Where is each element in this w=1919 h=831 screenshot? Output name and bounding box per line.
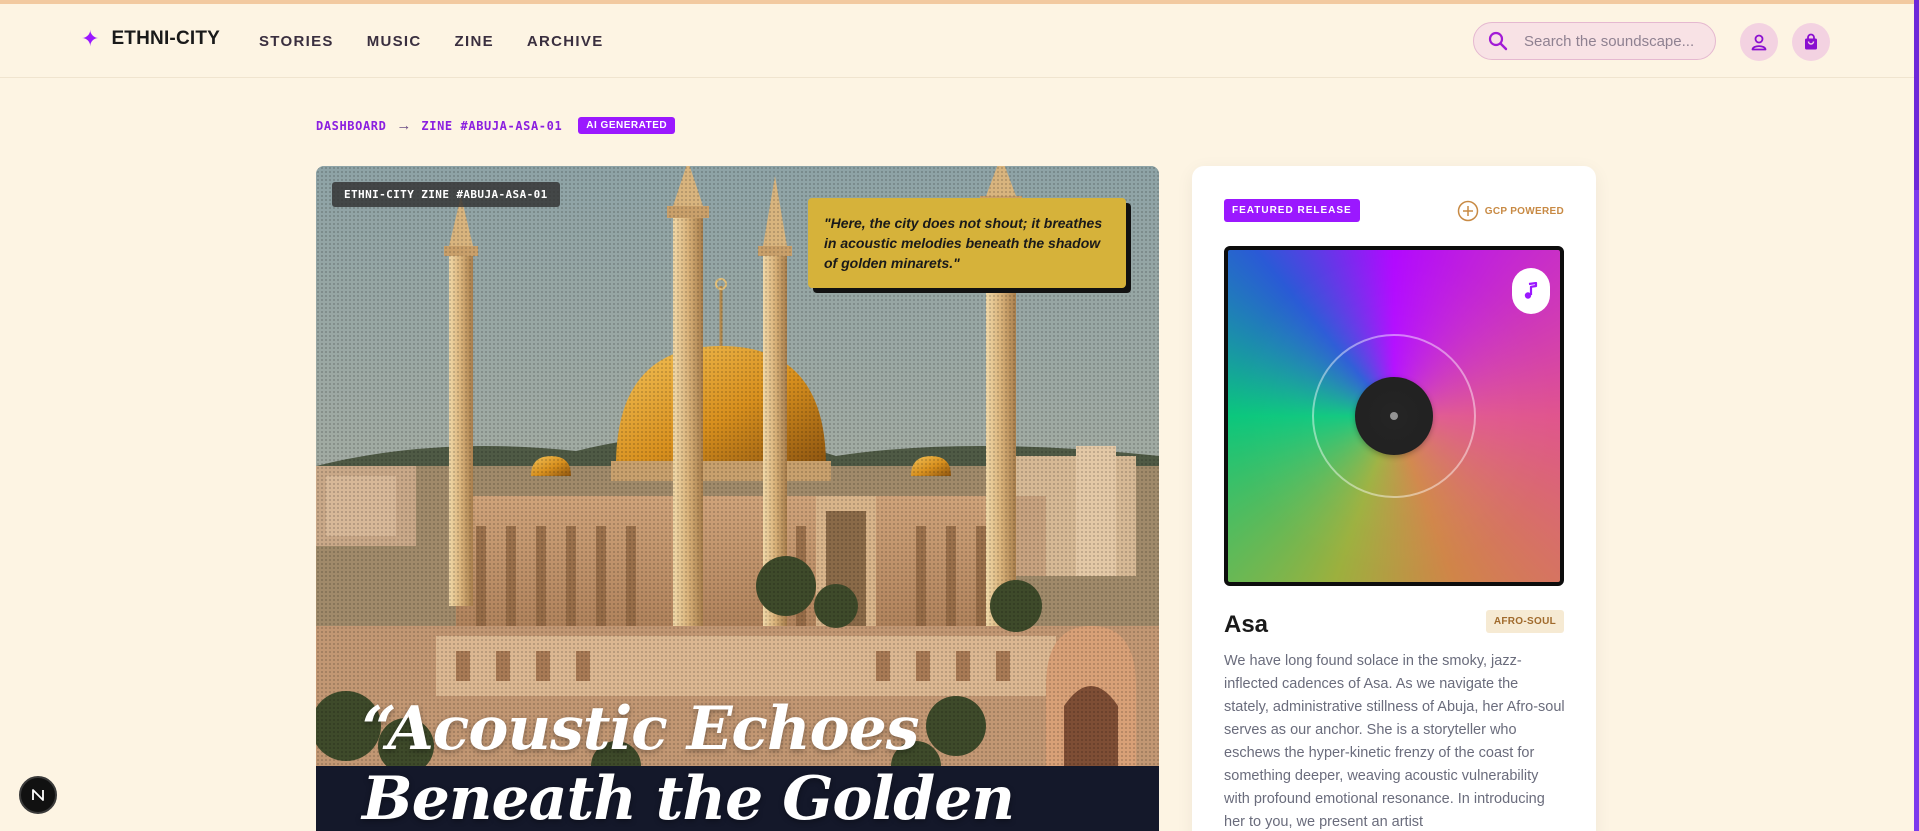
search-box[interactable] — [1473, 22, 1716, 60]
artist-description: We have long found solace in the smoky, … — [1224, 653, 1565, 830]
scrollbar-thumb[interactable] — [1914, 0, 1919, 190]
arrow-right-icon: → — [396, 117, 412, 134]
featured-release-card: FEATURED RELEASE GCP POWERED Asa AFRO-SO… — [1192, 166, 1596, 831]
search-input[interactable] — [1524, 32, 1704, 50]
music-note-icon — [1524, 282, 1538, 299]
gcp-powered-label: GCP POWERED — [1457, 200, 1564, 222]
vinyl-hole — [1390, 412, 1398, 420]
nav-link-stories[interactable]: STORIES — [259, 33, 334, 50]
nav-link-music[interactable]: MUSIC — [367, 33, 422, 50]
ai-generated-badge: AI GENERATED — [578, 117, 676, 134]
nav-links: STORIES MUSIC ZINE ARCHIVE — [259, 33, 604, 50]
top-navigation: ✦ ETHNI-CITY STORIES MUSIC ZINE ARCHIVE — [0, 4, 1914, 78]
n-logo-icon — [32, 789, 44, 801]
vinyl-disc — [1355, 377, 1433, 455]
shopping-bag-icon — [1805, 33, 1817, 50]
cart-button[interactable] — [1792, 23, 1830, 61]
zine-tag: ETHNI-CITY ZINE #ABUJA-ASA-01 — [332, 182, 560, 207]
user-icon — [1751, 34, 1767, 51]
hero-title: “Acoustic Echoes Beneath the Golden — [362, 694, 1015, 831]
scrollbar-track[interactable] — [1914, 0, 1919, 831]
breadcrumb: DASHBOARD → ZINE #ABUJA-ASA-01 AI GENERA… — [316, 117, 676, 134]
search-icon — [1488, 30, 1510, 52]
nav-link-zine[interactable]: ZINE — [455, 33, 494, 50]
account-button[interactable] — [1740, 23, 1778, 61]
gcp-powered-text: GCP POWERED — [1484, 205, 1564, 217]
artist-name: Asa — [1224, 611, 1269, 638]
play-music-button[interactable] — [1512, 268, 1550, 314]
sparkle-icon: ✦ — [81, 26, 100, 51]
record-ring — [1312, 334, 1476, 498]
featured-release-badge: FEATURED RELEASE — [1224, 199, 1360, 222]
nav-link-archive[interactable]: ARCHIVE — [527, 33, 604, 50]
breadcrumb-dashboard[interactable]: DASHBOARD — [316, 119, 386, 133]
hero-image-panel: ETHNI-CITY ZINE #ABUJA-ASA-01 "Here, the… — [316, 166, 1159, 831]
album-art[interactable] — [1224, 246, 1564, 586]
breadcrumb-current: ZINE #ABUJA-ASA-01 — [421, 118, 563, 133]
plus-circle-icon — [1457, 200, 1478, 222]
pull-quote: "Here, the city does not shout; it breat… — [808, 198, 1126, 288]
dev-tools-button[interactable] — [19, 776, 57, 814]
brand-logo[interactable]: ✦ ETHNI-CITY — [81, 28, 220, 50]
genre-badge: AFRO-SOUL — [1485, 610, 1564, 633]
brand-name: ETHNI-CITY — [111, 28, 221, 49]
